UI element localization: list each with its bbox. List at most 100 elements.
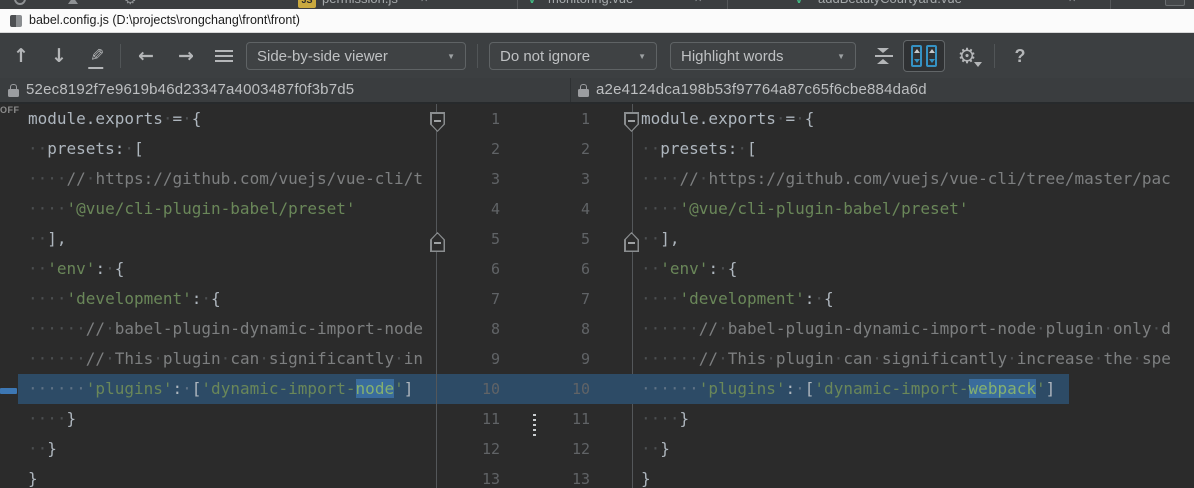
ignore-whitespace-dropdown[interactable]: Do not ignore ▼ bbox=[489, 42, 657, 70]
code-line[interactable]: ··presets:·[ bbox=[633, 134, 1194, 164]
code-line[interactable]: ······'plugins':·['dynamic-import-webpac… bbox=[633, 374, 1069, 404]
compare-menu-button[interactable] bbox=[210, 41, 238, 71]
collapse-icon bbox=[875, 48, 893, 64]
code-line[interactable]: ··'env':·{ bbox=[633, 254, 1194, 284]
code-line[interactable]: ··} bbox=[18, 434, 436, 464]
code-token: · bbox=[1132, 349, 1142, 368]
settings-button[interactable]: ⚙ bbox=[950, 41, 984, 71]
highlight-mode-dropdown[interactable]: Highlight words ▼ bbox=[670, 42, 856, 70]
gear-icon[interactable]: ⚙ bbox=[124, 0, 137, 8]
code-line[interactable]: ····} bbox=[633, 404, 1194, 434]
edit-source-button[interactable]: ✎ bbox=[82, 41, 112, 71]
line-number: 8 bbox=[538, 314, 590, 344]
line-number: 4 bbox=[448, 194, 500, 224]
left-editor-gutter: OFF bbox=[0, 104, 18, 488]
code-token: · bbox=[795, 109, 805, 128]
synchronize-scrolling-toggle[interactable] bbox=[903, 40, 945, 72]
code-line[interactable]: } bbox=[633, 464, 1194, 488]
code-token: ······ bbox=[641, 319, 699, 338]
code-token: { bbox=[211, 289, 221, 308]
highlight-mode-value: Highlight words bbox=[681, 48, 784, 65]
code-token: · bbox=[105, 349, 115, 368]
code-token: [ bbox=[805, 379, 815, 398]
toolbar-separator bbox=[994, 44, 995, 68]
collapse-unchanged-button[interactable] bbox=[869, 41, 899, 71]
code-token: https://github.com/vuejs/vue-cli/tree/ma… bbox=[708, 169, 1170, 188]
line-number: 1 bbox=[448, 104, 500, 134]
code-token: in bbox=[404, 349, 423, 368]
code-token: } bbox=[660, 439, 670, 458]
code-line[interactable]: ··'env':·{ bbox=[18, 254, 436, 284]
viewer-mode-dropdown[interactable]: Side-by-side viewer ▼ bbox=[246, 42, 466, 70]
help-button[interactable]: ? bbox=[1006, 41, 1034, 71]
previous-change-button[interactable]: ↑ bbox=[6, 41, 36, 71]
code-line[interactable]: ··], bbox=[18, 224, 436, 254]
code-token: ' bbox=[394, 379, 404, 398]
code-line[interactable]: ······'plugins':·['dynamic-import-node'] bbox=[18, 374, 436, 404]
code-token: 'env' bbox=[660, 259, 708, 278]
code-token: [ bbox=[192, 379, 202, 398]
forward-button[interactable]: → bbox=[170, 41, 202, 71]
code-line[interactable]: ··presets:·[ bbox=[18, 134, 436, 164]
code-line[interactable]: ······//·babel-plugin-dynamic-import-nod… bbox=[18, 314, 436, 344]
code-line[interactable]: ······//·This·plugin·can·significantly·i… bbox=[633, 344, 1194, 374]
tab-monitoring-vue[interactable]: monitoring.vue bbox=[548, 0, 633, 6]
splitter-grip[interactable] bbox=[533, 414, 536, 436]
code-token: · bbox=[124, 139, 134, 158]
hidden-tabs-icon[interactable] bbox=[1165, 0, 1185, 6]
tab-separator bbox=[727, 0, 728, 9]
code-token: · bbox=[814, 289, 824, 308]
close-icon[interactable]: ✕ bbox=[694, 0, 702, 5]
pencil-icon: ✎ bbox=[90, 46, 104, 66]
code-token: module.exports bbox=[28, 109, 163, 128]
code-token: ·· bbox=[641, 439, 660, 458]
code-token: · bbox=[221, 349, 231, 368]
code-token: ···· bbox=[641, 169, 680, 188]
code-line[interactable]: ····//·https://github.com/vuejs/vue-cli/… bbox=[633, 164, 1194, 194]
code-line[interactable]: ······//·This·plugin·can·significantly·i… bbox=[18, 344, 436, 374]
code-line[interactable]: ··], bbox=[633, 224, 1194, 254]
code-line[interactable]: ······//·babel-plugin-dynamic-import-nod… bbox=[633, 314, 1194, 344]
code-token: plugin bbox=[1046, 319, 1104, 338]
globe-icon[interactable] bbox=[14, 0, 26, 5]
code-line[interactable]: module.exports·=·{ bbox=[633, 104, 1194, 134]
code-token: · bbox=[1094, 349, 1104, 368]
code-token: ·· bbox=[28, 229, 47, 248]
code-line[interactable]: ····} bbox=[18, 404, 436, 434]
tab-addbeautycourtyard-vue[interactable]: addBeautyCourtyard.vue bbox=[818, 0, 962, 6]
code-line[interactable]: ··} bbox=[633, 434, 1194, 464]
code-line[interactable]: ····'@vue/cli-plugin-babel/preset' bbox=[633, 194, 1194, 224]
tab-permission-js[interactable]: permission.js bbox=[322, 0, 398, 6]
code-token: { bbox=[192, 109, 202, 128]
code-line[interactable]: } bbox=[18, 464, 436, 488]
line-number: 6 bbox=[448, 254, 500, 284]
code-token: increase bbox=[1017, 349, 1094, 368]
close-icon[interactable]: ✕ bbox=[1068, 0, 1076, 5]
code-line[interactable]: ····'development':·{ bbox=[18, 284, 436, 314]
line-number: 10 bbox=[448, 374, 500, 404]
back-button[interactable]: ← bbox=[130, 41, 162, 71]
code-token: { bbox=[115, 259, 125, 278]
left-diff-pane[interactable]: OFF module.exports·=·{··presets:·[····//… bbox=[0, 104, 437, 488]
code-token: ···· bbox=[28, 199, 67, 218]
code-token: // bbox=[699, 349, 718, 368]
code-token: ···· bbox=[641, 409, 680, 428]
code-token: 'dynamic-import- bbox=[814, 379, 968, 398]
line-number: 1 bbox=[538, 104, 590, 134]
code-token: significantly bbox=[269, 349, 394, 368]
code-line[interactable]: module.exports·=·{ bbox=[18, 104, 436, 134]
next-change-button[interactable]: ↓ bbox=[44, 41, 74, 71]
code-token: ·· bbox=[641, 139, 660, 158]
right-diff-pane[interactable]: module.exports·=·{··presets:·[····//·htt… bbox=[632, 104, 1194, 488]
code-line[interactable]: ····//·https://github.com/vuejs/vue-cli/… bbox=[18, 164, 436, 194]
code-token: : bbox=[708, 259, 718, 278]
line-number: 13 bbox=[448, 464, 500, 488]
code-line[interactable]: ····'@vue/cli-plugin-babel/preset' bbox=[18, 194, 436, 224]
code-token: the bbox=[1103, 349, 1132, 368]
code-token: · bbox=[163, 109, 173, 128]
close-icon[interactable]: ✕ bbox=[420, 0, 428, 5]
code-line[interactable]: ····'development':·{ bbox=[633, 284, 1194, 314]
triangle-icon[interactable] bbox=[68, 0, 78, 4]
code-token: // bbox=[86, 319, 105, 338]
code-token: · bbox=[86, 169, 96, 188]
